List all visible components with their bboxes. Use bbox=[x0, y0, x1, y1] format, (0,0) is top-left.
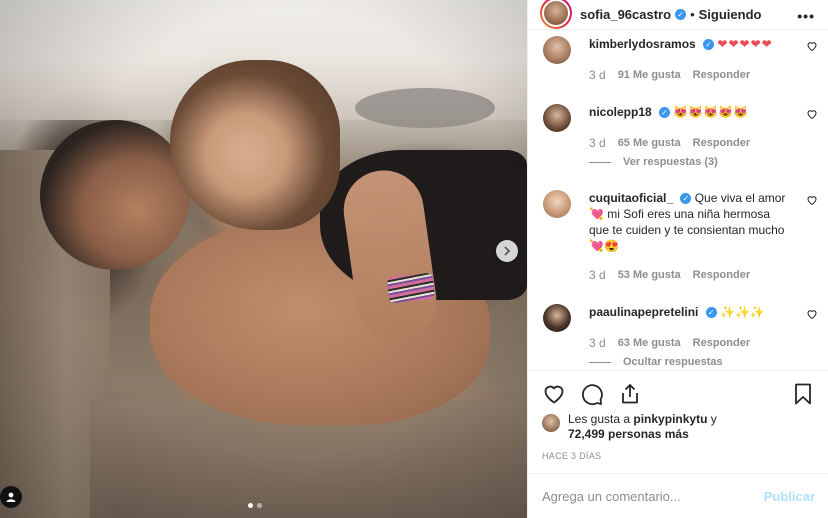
post-side-panel: sofia_96castro ✓ • Siguiendo ••• kimberl… bbox=[527, 0, 828, 518]
carousel-dot-active bbox=[248, 503, 253, 508]
comment-reply-button[interactable]: Responder bbox=[693, 69, 750, 81]
hide-replies-label[interactable]: Ocultar respuestas bbox=[623, 356, 723, 368]
comment-icon[interactable] bbox=[580, 382, 604, 406]
likes-count[interactable]: 72,499 personas más bbox=[568, 427, 689, 441]
header-separator: • bbox=[690, 7, 695, 22]
author-username[interactable]: sofia_96castro bbox=[580, 7, 671, 22]
comment-avatar[interactable] bbox=[543, 304, 571, 332]
post-actions bbox=[528, 370, 828, 407]
comment-likes[interactable]: 63 Me gusta bbox=[618, 337, 681, 349]
comment-text: ✨✨✨ bbox=[720, 305, 765, 319]
comment-meta: 3 d 65 Me gusta Responder bbox=[589, 136, 750, 150]
next-arrow-icon bbox=[504, 246, 511, 256]
comment-heart-icon[interactable] bbox=[806, 194, 818, 206]
likes-text: Les gusta a pinkypinkytu y 72,499 person… bbox=[568, 412, 808, 442]
comment-likes[interactable]: 91 Me gusta bbox=[618, 69, 681, 81]
author-avatar-image bbox=[542, 0, 570, 27]
likes-suffix: y bbox=[707, 412, 717, 426]
action-row bbox=[542, 381, 815, 407]
comment-time: 3 d bbox=[589, 136, 606, 150]
follow-status-button[interactable]: Siguiendo bbox=[699, 7, 762, 22]
comment-body: nicolepp18 ✓ 😻😻😻😻😻 bbox=[589, 104, 789, 120]
comment-heart-icon[interactable] bbox=[806, 308, 818, 320]
comment-heart-icon[interactable] bbox=[806, 108, 818, 120]
comment-reply-button[interactable]: Responder bbox=[693, 269, 750, 281]
comment-meta: 3 d 53 Me gusta Responder bbox=[589, 268, 750, 282]
comment-username[interactable]: paaulinapepretelini bbox=[589, 305, 698, 319]
comment-avatar[interactable] bbox=[543, 36, 571, 64]
verified-icon: ✓ bbox=[680, 193, 692, 205]
liker-avatar[interactable] bbox=[542, 414, 560, 432]
comment-body: cuquitaoficial_ ✓ Que viva el amor 💘 mi … bbox=[589, 190, 789, 254]
post-photo[interactable] bbox=[0, 0, 527, 518]
view-replies-label[interactable]: Ver respuestas (3) bbox=[623, 156, 718, 168]
comment-username[interactable]: kimberlydosramos bbox=[589, 37, 696, 51]
comment-meta: 3 d 91 Me gusta Responder bbox=[589, 68, 750, 82]
heart-icon[interactable] bbox=[542, 382, 566, 406]
comment-reply-button[interactable]: Responder bbox=[693, 337, 750, 349]
user-tag-icon bbox=[6, 492, 16, 502]
comment-text: 😻😻😻😻😻 bbox=[673, 105, 749, 119]
verified-icon: ✓ bbox=[703, 39, 715, 51]
comment-input[interactable] bbox=[542, 488, 752, 504]
verified-icon: ✓ bbox=[675, 9, 687, 20]
carousel-dot bbox=[257, 503, 262, 508]
comment-body: paaulinapepretelini ✓ ✨✨✨ bbox=[589, 304, 789, 320]
comment-time: 3 d bbox=[589, 268, 606, 282]
comment-likes[interactable]: 53 Me gusta bbox=[618, 269, 681, 281]
comments-list[interactable]: kimberlydosramos ✓ ❤❤❤❤❤ 3 d 91 Me gusta… bbox=[528, 30, 828, 370]
author-avatar[interactable] bbox=[540, 0, 572, 29]
comment-text: ❤❤❤❤❤ bbox=[717, 37, 773, 51]
liker-username[interactable]: pinkypinkytu bbox=[633, 412, 707, 426]
likes-prefix: Les gusta a bbox=[568, 412, 634, 426]
bookmark-icon[interactable] bbox=[791, 382, 815, 406]
comment-username[interactable]: cuquitaoficial_ bbox=[589, 191, 673, 205]
comment-likes[interactable]: 65 Me gusta bbox=[618, 137, 681, 149]
hide-replies-button[interactable]: Ocultar respuestas bbox=[589, 356, 723, 368]
comment-time: 3 d bbox=[589, 68, 606, 82]
verified-icon: ✓ bbox=[705, 307, 717, 319]
photo-vignette bbox=[0, 0, 527, 518]
comment-heart-icon[interactable] bbox=[806, 40, 818, 52]
comment-meta: 3 d 63 Me gusta Responder bbox=[589, 336, 750, 350]
add-comment-bar: Publicar bbox=[528, 473, 828, 518]
comment-reply-button[interactable]: Responder bbox=[693, 137, 750, 149]
carousel-indicator bbox=[248, 503, 262, 508]
view-replies-button[interactable]: Ver respuestas (3) bbox=[589, 156, 718, 168]
share-icon[interactable] bbox=[618, 382, 642, 406]
publish-button[interactable]: Publicar bbox=[764, 489, 815, 504]
comment-username[interactable]: nicolepp18 bbox=[589, 105, 652, 119]
next-image-button[interactable] bbox=[496, 240, 518, 262]
comment-avatar[interactable] bbox=[543, 104, 571, 132]
comment-time: 3 d bbox=[589, 336, 606, 350]
replies-divider bbox=[589, 361, 611, 363]
verified-icon: ✓ bbox=[659, 107, 671, 119]
post-header: sofia_96castro ✓ • Siguiendo ••• bbox=[528, 0, 828, 30]
more-options-icon[interactable]: ••• bbox=[797, 8, 815, 24]
post-timestamp[interactable]: HACE 3 DÍAS bbox=[542, 451, 601, 461]
comment-body: kimberlydosramos ✓ ❤❤❤❤❤ bbox=[589, 36, 789, 52]
comment-avatar[interactable] bbox=[543, 190, 571, 218]
replies-divider bbox=[589, 161, 611, 163]
user-tag-button[interactable] bbox=[0, 486, 22, 508]
